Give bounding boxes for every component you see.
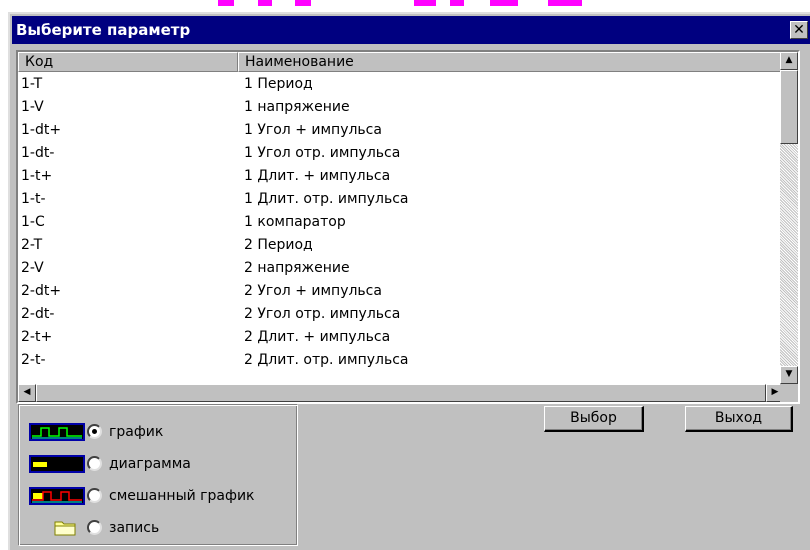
desktop-mark [450,0,464,6]
vertical-scroll-thumb[interactable] [780,70,798,144]
option-label: запись [109,520,160,536]
cell-name: 1 Период [244,76,313,92]
desktop-background [0,0,810,10]
cell-code: 1-V [21,99,44,115]
close-button[interactable]: ✕ [790,21,808,39]
cell-code: 2-dt+ [21,283,62,299]
desktop-mark [548,0,582,6]
scroll-left-button[interactable]: ◀ [18,384,36,402]
vertical-scrollbar[interactable]: ▲ ▼ [780,52,798,384]
cell-code: 1-dt+ [21,122,62,138]
cell-name: 2 напряжение [244,260,350,276]
cell-code: 1-t+ [21,168,53,184]
list-row[interactable]: 1-C 1 компаратор [18,212,784,235]
cell-code: 1-C [21,214,45,230]
parameter-list[interactable]: Код Наименование 1-T 1 Период 1-V 1 напряже… [16,50,800,404]
cell-code: 1-T [21,76,43,92]
scroll-down-button[interactable]: ▼ [780,366,798,384]
cell-name: 2 Период [244,237,313,253]
arrow-up-icon: ▲ [785,55,793,65]
scroll-up-button[interactable]: ▲ [780,52,798,70]
cell-name: 1 Угол + импульса [244,122,382,138]
horizontal-scroll-thumb[interactable] [36,384,766,402]
list-row[interactable]: 1-dt- 1 Угол отр. импульса [18,143,784,166]
cell-name: 1 Длит. + импульса [244,168,391,184]
desktop-mark [414,0,436,6]
column-header-name[interactable]: Наименование [238,52,784,72]
radio-graph[interactable] [87,424,102,439]
option-label: график [109,424,164,440]
option-label: диаграмма [109,456,191,472]
desktop-mark [295,0,311,6]
select-parameter-dialog: Выберите параметр ✕ Код Наименование 1-T… [8,12,810,550]
radio-dot [92,429,97,434]
list-row[interactable]: 2-T 2 Период [18,235,784,258]
arrow-down-icon: ▼ [785,369,793,379]
cell-name: 1 Угол отр. импульса [244,145,401,161]
list-rows: 1-T 1 Период 1-V 1 напряжение 1-dt+ 1 Угол + … [18,74,784,373]
cell-code: 2-T [21,237,43,253]
list-row[interactable]: 2-V 2 напряжение [18,258,784,281]
close-icon: ✕ [793,22,805,38]
cell-name: 2 Угол отр. импульса [244,306,401,322]
desktop-mark [258,0,272,6]
cell-name: 2 Длит. + импульса [244,329,391,345]
cell-name: 1 Длит. отр. импульса [244,191,409,207]
desktop-mark [218,0,234,6]
list-row[interactable]: 1-T 1 Период [18,74,784,97]
list-row[interactable]: 2-t+ 2 Длит. + импульса [18,327,784,350]
graph-icon [29,423,85,441]
cell-name: 1 напряжение [244,99,350,115]
cell-name: 1 компаратор [244,214,346,230]
column-header-code[interactable]: Код [18,52,238,72]
cell-code: 1-dt- [21,145,55,161]
radio-record[interactable] [87,520,102,535]
arrow-right-icon: ▶ [771,387,779,397]
select-button[interactable]: Выбор [544,406,644,432]
list-row[interactable]: 2-t- 2 Длит. отр. импульса [18,350,784,373]
radio-diagram[interactable] [87,456,102,471]
cell-code: 2-V [21,260,44,276]
arrow-left-icon: ◀ [23,387,31,397]
cell-code: 2-t- [21,352,46,368]
exit-button[interactable]: Выход [685,406,793,432]
option-label: смешанный график [109,488,255,504]
list-row[interactable]: 2-dt+ 2 Угол + импульса [18,281,784,304]
horizontal-scrollbar[interactable]: ◀ ▶ [18,384,784,402]
view-mode-group: график диаграмма смешанный график запись [18,404,298,546]
cell-name: 2 Угол + импульса [244,283,382,299]
folder-icon [54,521,76,536]
list-header: Код Наименование [18,52,784,72]
list-row[interactable]: 2-dt- 2 Угол отр. импульса [18,304,784,327]
desktop-mark [490,0,518,6]
radio-mixed-graph[interactable] [87,488,102,503]
scroll-corner [780,384,798,402]
mixed-graph-icon [29,487,85,505]
cell-name: 2 Длит. отр. импульса [244,352,409,368]
dialog-title: Выберите параметр [16,21,191,39]
list-row[interactable]: 1-dt+ 1 Угол + импульса [18,120,784,143]
diagram-icon [29,455,85,473]
list-row[interactable]: 1-V 1 напряжение [18,97,784,120]
cell-code: 2-dt- [21,306,55,322]
cell-code: 2-t+ [21,329,53,345]
list-row[interactable]: 1-t- 1 Длит. отр. импульса [18,189,784,212]
cell-code: 1-t- [21,191,46,207]
title-bar[interactable]: Выберите параметр ✕ [12,16,810,44]
list-row[interactable]: 1-t+ 1 Длит. + импульса [18,166,784,189]
